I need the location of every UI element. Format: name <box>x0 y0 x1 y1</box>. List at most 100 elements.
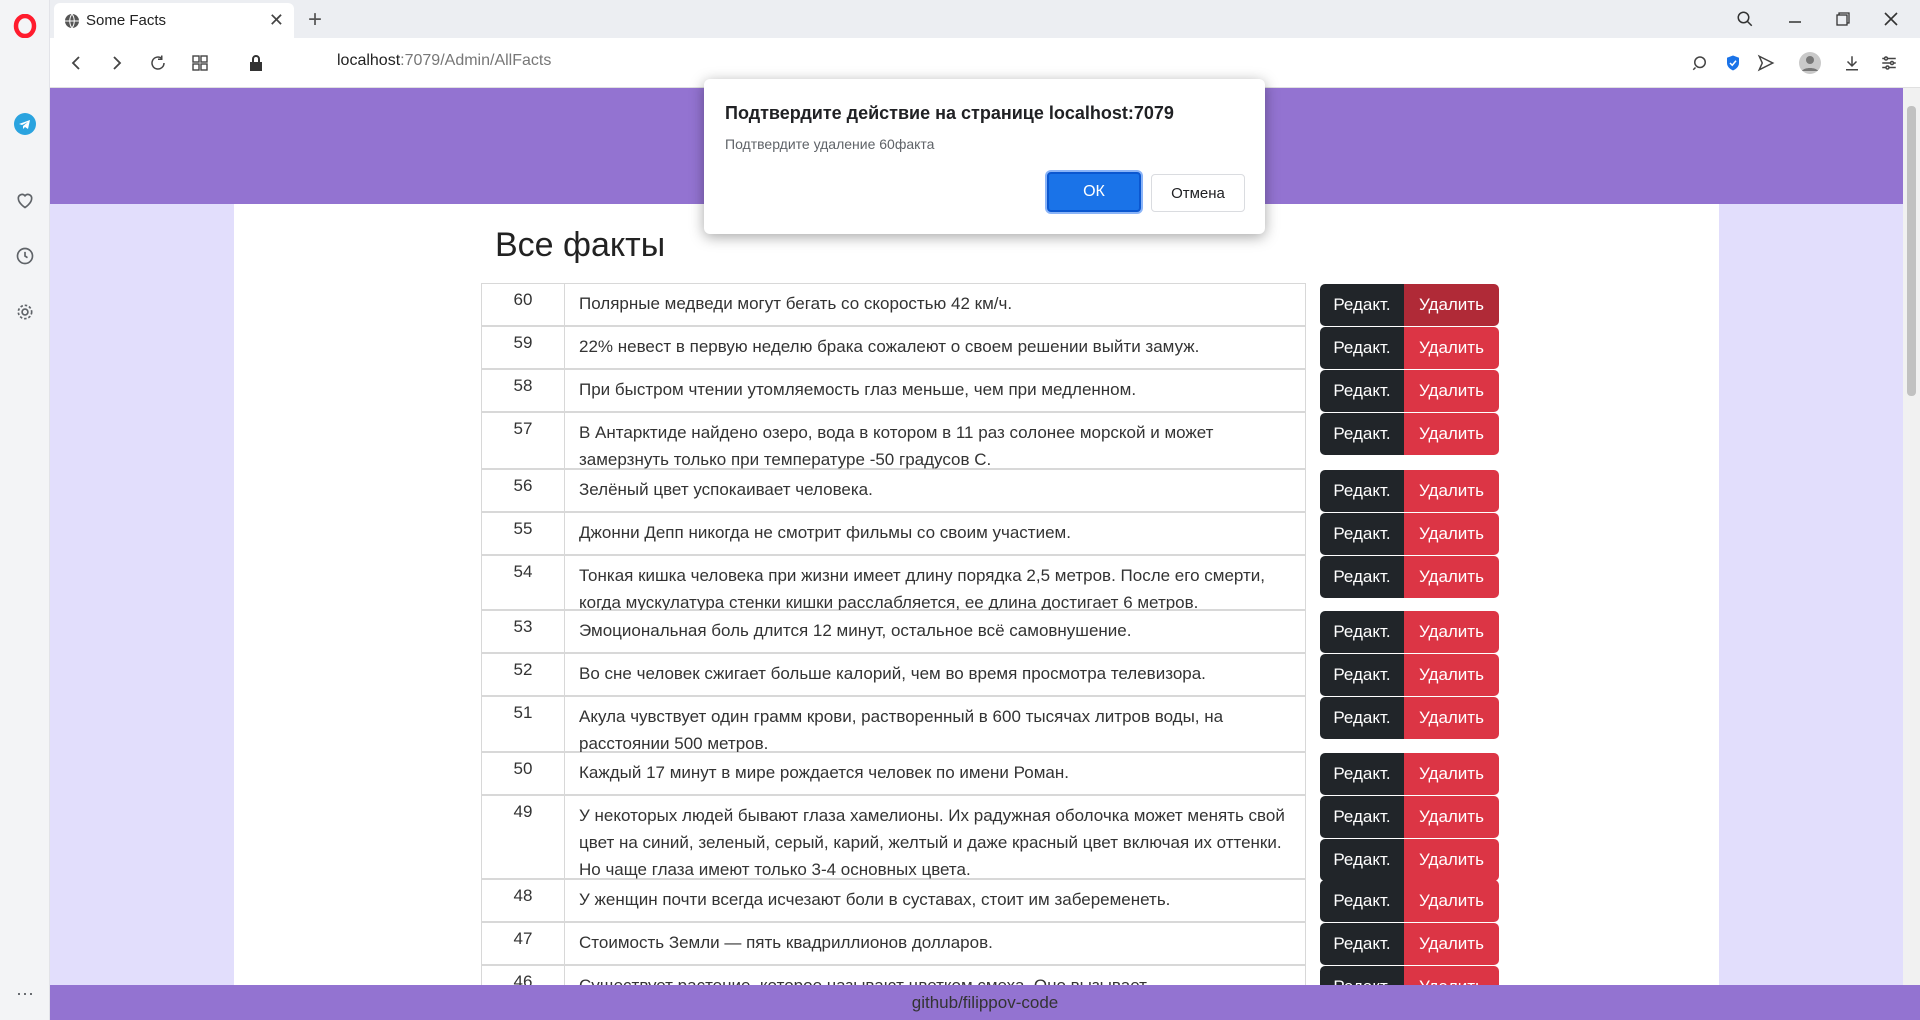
edit-button[interactable]: Редакт. <box>1320 556 1404 598</box>
fact-id: 54 <box>482 556 565 609</box>
fact-row: 48 У женщин почти всегда исчезают боли в … <box>481 879 1306 922</box>
edit-button[interactable]: Редакт. <box>1320 880 1404 922</box>
fact-row: 55 Джонни Депп никогда не смотрит фильмы … <box>481 512 1306 555</box>
delete-button[interactable]: Удалить <box>1404 697 1499 739</box>
row-actions: Редакт.Удалить <box>1320 513 1499 555</box>
delete-button[interactable]: Удалить <box>1404 413 1499 455</box>
globe-icon <box>65 13 79 28</box>
edit-button[interactable]: Редакт. <box>1320 370 1404 412</box>
back-icon[interactable] <box>63 50 89 76</box>
minimize-icon[interactable] <box>1780 6 1810 32</box>
fact-id: 51 <box>482 697 565 751</box>
edit-button[interactable]: Редакт. <box>1320 839 1404 881</box>
row-actions: Редакт.Удалить <box>1320 556 1499 598</box>
edit-button[interactable]: Редакт. <box>1320 413 1404 455</box>
edit-button[interactable]: Редакт. <box>1320 470 1404 512</box>
download-icon[interactable] <box>1839 50 1865 76</box>
fact-id: 52 <box>482 654 565 695</box>
edit-button[interactable]: Редакт. <box>1320 796 1404 838</box>
tab-some-facts[interactable]: Some Facts ✕ <box>54 3 294 38</box>
scrollbar[interactable] <box>1903 88 1920 985</box>
edit-button[interactable]: Редакт. <box>1320 513 1404 555</box>
shield-icon[interactable] <box>1720 50 1746 76</box>
heart-icon[interactable] <box>11 186 39 214</box>
row-actions: Редакт.Удалить <box>1320 470 1499 512</box>
browser-sidebar: ⋯ <box>0 0 50 1020</box>
row-actions: Редакт.Удалить <box>1320 880 1499 922</box>
forward-icon[interactable] <box>104 50 130 76</box>
row-actions: Редакт.Удалить <box>1320 839 1499 881</box>
fact-row: 60 Полярные медведи могут бегать со скоро… <box>481 283 1306 326</box>
reload-icon[interactable] <box>145 50 171 76</box>
cancel-button[interactable]: Отмена <box>1151 174 1245 212</box>
edit-button[interactable]: Редакт. <box>1320 753 1404 795</box>
delete-button[interactable]: Удалить <box>1404 327 1499 369</box>
edit-button[interactable]: Редакт. <box>1320 923 1404 965</box>
dialog-message: Подтвердите удаление 60факта <box>725 136 935 152</box>
tab-title: Some Facts <box>86 12 167 29</box>
delete-button[interactable]: Удалить <box>1404 370 1499 412</box>
delete-button[interactable]: Удалить <box>1404 923 1499 965</box>
fact-row: 52 Во сне человек сжигает больше калорий,… <box>481 653 1306 696</box>
easy-setup-icon[interactable] <box>1876 50 1902 76</box>
row-actions: Редакт.Удалить <box>1320 796 1499 838</box>
fact-text: Стоимость Земли — пять квадриллионов дол… <box>579 933 993 952</box>
fact-row: 56 Зелёный цвет успокаивает человека. <box>481 469 1306 512</box>
fact-text: Каждый 17 минут в мире рождается человек… <box>579 763 1069 782</box>
restore-icon[interactable] <box>1828 6 1858 32</box>
edit-button[interactable]: Редакт. <box>1320 327 1404 369</box>
delete-button[interactable]: Удалить <box>1404 880 1499 922</box>
dialog-title: Подтвердите действие на странице localho… <box>725 103 1174 123</box>
fact-id: 53 <box>482 611 565 652</box>
delete-button[interactable]: Удалить <box>1404 556 1499 598</box>
fact-row: 53 Эмоциональная боль длится 12 минут, ос… <box>481 610 1306 653</box>
tabs-grid-icon[interactable] <box>187 50 213 76</box>
delete-button[interactable]: Удалить <box>1404 753 1499 795</box>
send-icon[interactable] <box>1753 50 1779 76</box>
fact-text: Эмоциональная боль длится 12 минут, оста… <box>579 621 1132 640</box>
delete-button[interactable]: Удалить <box>1404 654 1499 696</box>
close-window-icon[interactable] <box>1876 6 1906 32</box>
new-tab-icon[interactable]: + <box>308 6 322 34</box>
close-tab-icon[interactable]: ✕ <box>269 10 284 31</box>
fact-id: 57 <box>482 413 565 468</box>
delete-button[interactable]: Удалить <box>1404 839 1499 881</box>
scrollbar-thumb[interactable] <box>1907 106 1916 396</box>
row-actions: Редакт.Удалить <box>1320 654 1499 696</box>
delete-button[interactable]: Удалить <box>1404 284 1499 326</box>
fact-id: 59 <box>482 327 565 368</box>
delete-button[interactable]: Удалить <box>1404 470 1499 512</box>
fact-id: 55 <box>482 513 565 554</box>
edit-button[interactable]: Редакт. <box>1320 697 1404 739</box>
fact-id: 49 <box>482 796 565 878</box>
settings-gear-icon[interactable] <box>11 298 39 326</box>
profile-avatar-icon[interactable] <box>1797 50 1823 76</box>
row-actions: Редакт.Удалить <box>1320 697 1499 739</box>
row-actions: Редакт.Удалить <box>1320 370 1499 412</box>
fact-text: 22% невест в первую неделю брака сожалею… <box>579 337 1200 356</box>
more-icon[interactable]: ⋯ <box>11 980 39 1008</box>
ok-button[interactable]: ОК <box>1047 172 1141 212</box>
delete-button[interactable]: Удалить <box>1404 796 1499 838</box>
fact-id: 47 <box>482 923 565 964</box>
opera-logo-icon[interactable] <box>11 12 39 40</box>
lock-icon[interactable] <box>243 50 269 76</box>
delete-button[interactable]: Удалить <box>1404 611 1499 653</box>
row-actions: Редакт.Удалить <box>1320 611 1499 653</box>
snapshot-icon[interactable] <box>1687 50 1713 76</box>
url-field[interactable]: localhost:7079/Admin/AllFacts <box>337 52 551 70</box>
url-host: localhost <box>337 52 401 69</box>
edit-button[interactable]: Редакт. <box>1320 654 1404 696</box>
delete-button[interactable]: Удалить <box>1404 513 1499 555</box>
row-actions: Редакт.Удалить <box>1320 753 1499 795</box>
search-icon[interactable] <box>1730 6 1760 32</box>
row-actions: Редакт.Удалить <box>1320 284 1499 326</box>
fact-id: 60 <box>482 284 565 325</box>
telegram-icon[interactable] <box>11 110 39 138</box>
edit-button[interactable]: Редакт. <box>1320 284 1404 326</box>
history-icon[interactable] <box>11 242 39 270</box>
fact-row: 51 Акула чувствует один грамм крови, раст… <box>481 696 1306 753</box>
tab-bar: Some Facts ✕ + <box>50 0 1920 38</box>
fact-row: 59 22% невест в первую неделю брака сожал… <box>481 326 1306 369</box>
edit-button[interactable]: Редакт. <box>1320 611 1404 653</box>
